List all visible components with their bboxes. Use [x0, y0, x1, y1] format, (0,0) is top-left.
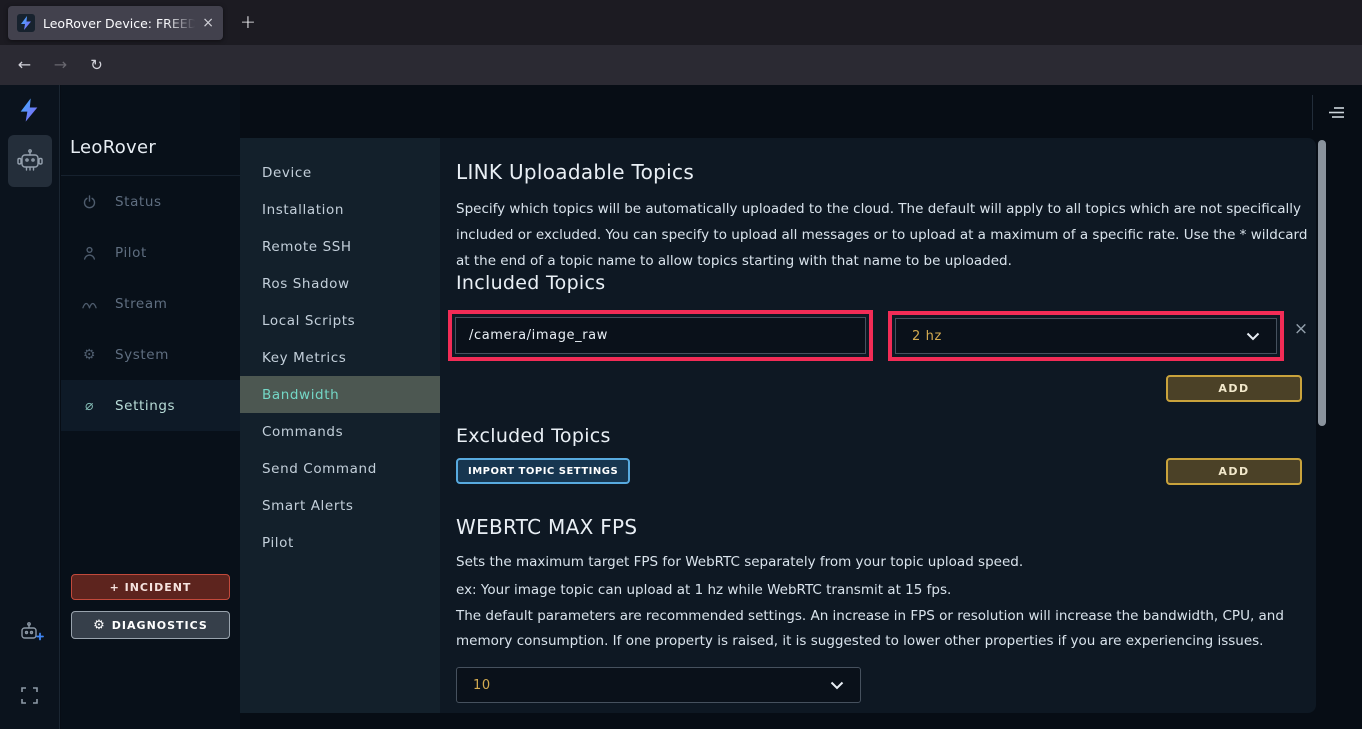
tab-title: LeoRover Device: FREED — [43, 16, 200, 31]
browser-tab-bar: LeoRover Device: FREED × + — [0, 0, 1362, 45]
device-name: LeoRover — [70, 137, 156, 158]
excluded-topics-title: Excluded Topics — [456, 425, 611, 447]
sidebar-item-settings[interactable]: ⌀ Settings — [61, 380, 240, 431]
sidebar-item-stream[interactable]: Stream — [61, 278, 240, 329]
sidebar-item-label: Pilot — [115, 245, 147, 261]
rate-select[interactable]: 2 hz — [895, 318, 1277, 354]
freedom-logo-icon[interactable] — [19, 98, 39, 126]
section-title-link-uploadable-topics: LINK Uploadable Topics — [456, 160, 694, 184]
freedom-robotics-favicon — [17, 14, 35, 32]
webrtc-description-3: The default parameters are recommended s… — [456, 604, 1312, 654]
included-add-button[interactable]: ADD — [1166, 375, 1302, 402]
submenu-item-remote-ssh[interactable]: Remote SSH — [240, 228, 440, 265]
sidebar-item-status[interactable]: Status — [61, 176, 240, 227]
submenu-item-bandwidth[interactable]: Bandwidth — [240, 376, 440, 413]
power-icon — [81, 195, 98, 209]
import-topic-settings-button[interactable]: IMPORT TOPIC SETTINGS — [456, 458, 630, 484]
submenu-item-send-command[interactable]: Send Command — [240, 450, 440, 487]
rate-select-value: 2 hz — [912, 329, 942, 344]
gear-icon: ⚙ — [81, 347, 98, 363]
topic-name-highlight — [448, 310, 873, 361]
device-selector-button[interactable] — [8, 135, 52, 187]
settings-submenu: Device Installation Remote SSH Ros Shado… — [240, 138, 440, 713]
freedom-robotics-app: LeoRover Status Pilot — [0, 85, 1362, 729]
settings-icon: ⌀ — [81, 398, 98, 414]
browser-toolbar: ← → ↻ https://app.freedomrobotics.ai — [0, 45, 1362, 85]
fps-select-value: 10 — [473, 678, 491, 693]
topic-rate-highlight: 2 hz — [888, 311, 1284, 361]
add-device-icon[interactable] — [15, 620, 45, 650]
person-icon — [81, 246, 98, 260]
excluded-add-button[interactable]: ADD — [1166, 458, 1302, 485]
new-tab-button[interactable]: + — [234, 9, 262, 37]
app-rail — [0, 85, 60, 729]
sidebar-item-label: System — [115, 347, 169, 363]
submenu-item-smart-alerts[interactable]: Smart Alerts — [240, 487, 440, 524]
chevron-down-icon — [830, 681, 844, 690]
sidebar-item-label: Settings — [115, 398, 175, 414]
gears-icon: ⚙ — [93, 618, 106, 633]
stream-waves-icon — [81, 298, 98, 309]
fullscreen-icon[interactable] — [21, 687, 38, 708]
topic-name-input[interactable] — [455, 317, 866, 354]
webrtc-description-2: ex: Your image topic can upload at 1 hz … — [456, 577, 1312, 603]
tab-close-icon[interactable]: × — [202, 15, 214, 31]
robot-icon — [16, 149, 44, 173]
sidebar-item-label: Status — [115, 194, 162, 210]
submenu-item-device[interactable]: Device — [240, 154, 440, 191]
forward-button[interactable]: → — [47, 52, 74, 79]
included-topics-title: Included Topics — [456, 272, 605, 294]
appbar-divider — [1312, 95, 1313, 130]
link-topics-description: Specify which topics will be automatical… — [456, 196, 1312, 274]
sidebar-item-pilot[interactable]: Pilot — [61, 227, 240, 278]
logs-filter-icon[interactable] — [1326, 104, 1344, 123]
content-scrollbar[interactable] — [1318, 140, 1326, 426]
device-sidebar: LeoRover Status Pilot — [61, 85, 240, 729]
submenu-item-pilot[interactable]: Pilot — [240, 524, 440, 561]
reload-button[interactable]: ↻ — [83, 52, 110, 79]
chevron-down-icon — [1246, 332, 1260, 341]
submenu-item-installation[interactable]: Installation — [240, 191, 440, 228]
diagnostics-button[interactable]: ⚙ DIAGNOSTICS — [71, 611, 230, 639]
bandwidth-settings-panel: LINK Uploadable Topics Specify which top… — [440, 138, 1316, 713]
submenu-item-key-metrics[interactable]: Key Metrics — [240, 339, 440, 376]
submenu-item-commands[interactable]: Commands — [240, 413, 440, 450]
browser-tab[interactable]: LeoRover Device: FREED × — [8, 6, 223, 40]
diagnostics-label: DIAGNOSTICS — [112, 619, 208, 632]
submenu-item-ros-shadow[interactable]: Ros Shadow — [240, 265, 440, 302]
sidebar-item-label: Stream — [115, 296, 167, 312]
sidebar-item-system[interactable]: ⚙ System — [61, 329, 240, 380]
fps-select[interactable]: 10 — [456, 667, 861, 703]
back-button[interactable]: ← — [11, 52, 38, 79]
remove-topic-button[interactable]: × — [1289, 319, 1313, 339]
submenu-item-local-scripts[interactable]: Local Scripts — [240, 302, 440, 339]
device-nav: Status Pilot Stream ⚙ System — [61, 176, 240, 431]
webrtc-description-1: Sets the maximum target FPS for WebRTC s… — [456, 549, 1312, 575]
webrtc-max-fps-title: WEBRTC MAX FPS — [456, 515, 637, 539]
incident-button[interactable]: + INCIDENT — [71, 574, 230, 600]
